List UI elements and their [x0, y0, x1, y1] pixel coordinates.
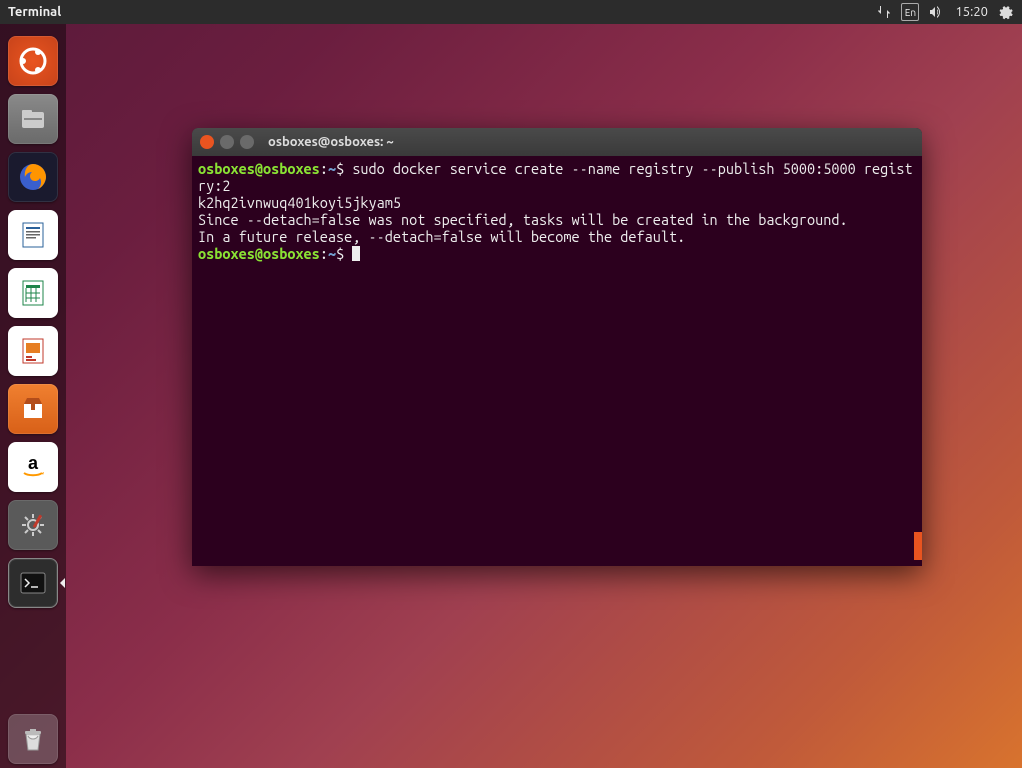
terminal-window: osboxes@osboxes: ~ osboxes@osboxes:~$ su…	[192, 128, 922, 566]
clock-indicator[interactable]: 15:20	[955, 5, 988, 19]
terminal-body[interactable]: osboxes@osboxes:~$ sudo docker service c…	[192, 156, 922, 566]
prompt-user-2: osboxes@osboxes	[198, 245, 320, 262]
system-gear-icon[interactable]	[996, 3, 1014, 21]
impress-icon	[16, 334, 50, 368]
launcher-files[interactable]	[8, 94, 58, 144]
window-minimize-button[interactable]	[220, 135, 234, 149]
settings-icon	[16, 508, 50, 542]
unity-launcher: a	[0, 24, 66, 768]
svg-text:a: a	[28, 453, 39, 473]
prompt-symbol-2: $	[336, 245, 344, 262]
window-title: osboxes@osboxes: ~	[268, 135, 394, 149]
top-menu-bar: Terminal En 15:20	[0, 0, 1022, 24]
launcher-amazon[interactable]: a	[8, 442, 58, 492]
terminal-output-1: k2hq2ivnwuq401koyi5jkyam5	[198, 194, 401, 211]
prompt-user: osboxes@osboxes	[198, 160, 320, 177]
prompt-symbol: $	[336, 160, 344, 177]
calc-icon	[16, 276, 50, 310]
prompt-path: ~	[328, 160, 336, 177]
launcher-ubuntu-software[interactable]	[8, 384, 58, 434]
launcher-libreoffice-calc[interactable]	[8, 268, 58, 318]
window-maximize-button[interactable]	[240, 135, 254, 149]
files-icon	[16, 102, 50, 136]
launcher-libreoffice-writer[interactable]	[8, 210, 58, 260]
terminal-icon	[16, 566, 50, 600]
prompt-sep: :	[320, 160, 328, 177]
launcher-libreoffice-impress[interactable]	[8, 326, 58, 376]
launcher-trash[interactable]	[8, 714, 58, 764]
active-app-label: Terminal	[8, 5, 61, 19]
terminal-cursor	[352, 246, 360, 261]
writer-icon	[16, 218, 50, 252]
amazon-icon: a	[16, 450, 50, 484]
launcher-terminal[interactable]	[8, 558, 58, 608]
launcher-dash[interactable]	[8, 36, 58, 86]
ubuntu-icon	[16, 44, 50, 78]
terminal-output-2: Since --detach=false was not specified, …	[198, 211, 848, 228]
window-titlebar[interactable]: osboxes@osboxes: ~	[192, 128, 922, 156]
software-icon	[16, 392, 50, 426]
terminal-scrollbar-thumb[interactable]	[914, 532, 922, 560]
launcher-system-settings[interactable]	[8, 500, 58, 550]
network-indicator-icon[interactable]	[875, 3, 893, 21]
prompt-path-2: ~	[328, 245, 336, 262]
prompt-sep-2: :	[320, 245, 328, 262]
terminal-output-3: In a future release, --detach=false will…	[198, 228, 685, 245]
volume-indicator-icon[interactable]	[927, 3, 945, 21]
launcher-firefox[interactable]	[8, 152, 58, 202]
firefox-icon	[16, 160, 50, 194]
window-close-button[interactable]	[200, 135, 214, 149]
keyboard-language-indicator[interactable]: En	[901, 3, 919, 21]
trash-icon	[16, 722, 50, 756]
